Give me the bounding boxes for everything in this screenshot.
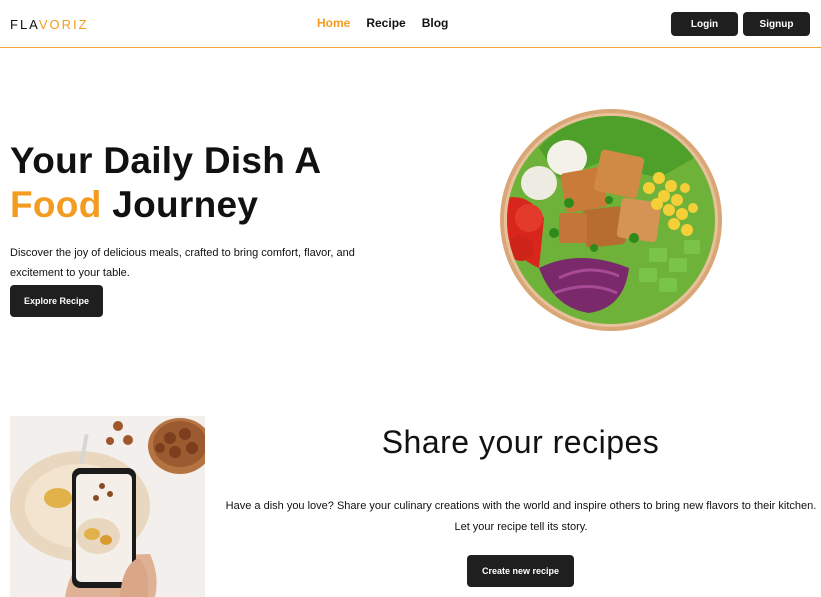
logo-accent: VORIZ <box>38 17 89 32</box>
logo-prefix: FLA <box>10 17 39 32</box>
share-description-line1: Have a dish you love? Share your culinar… <box>225 500 817 512</box>
hero-title: Your Daily Dish A Food Journey <box>10 139 321 227</box>
main-nav: Home Recipe Blog <box>317 16 448 30</box>
hero-description: Discover the joy of delicious meals, cra… <box>10 247 355 279</box>
share-section-title: Share your recipes <box>381 424 660 460</box>
hero-title-accent: Food <box>10 184 102 225</box>
nav-link-recipe[interactable]: Recipe <box>366 16 405 30</box>
login-button[interactable]: Login <box>671 12 738 36</box>
phone-food-photo-image <box>10 416 205 597</box>
nav-link-home[interactable]: Home <box>317 16 350 30</box>
share-description-line2: Let your recipe tell its story. <box>454 521 588 533</box>
hero-title-rest: Journey <box>101 184 259 225</box>
hero-title-line1: Your Daily Dish A <box>10 140 322 181</box>
nav-link-blog[interactable]: Blog <box>422 16 449 30</box>
share-section-description: Have a dish you love? Share your culinar… <box>221 496 821 538</box>
salad-bowl-image <box>500 109 722 331</box>
site-header: FLAVORIZ Home Recipe Blog Login Signup <box>0 0 821 48</box>
create-new-recipe-button[interactable]: Create new recipe <box>467 555 574 587</box>
site-logo[interactable]: FLAVORIZ <box>10 17 89 32</box>
explore-recipe-button[interactable]: Explore Recipe <box>10 285 103 317</box>
page: FLAVORIZ Home Recipe Blog Login Signup Y… <box>0 0 821 597</box>
signup-button[interactable]: Signup <box>743 12 810 36</box>
